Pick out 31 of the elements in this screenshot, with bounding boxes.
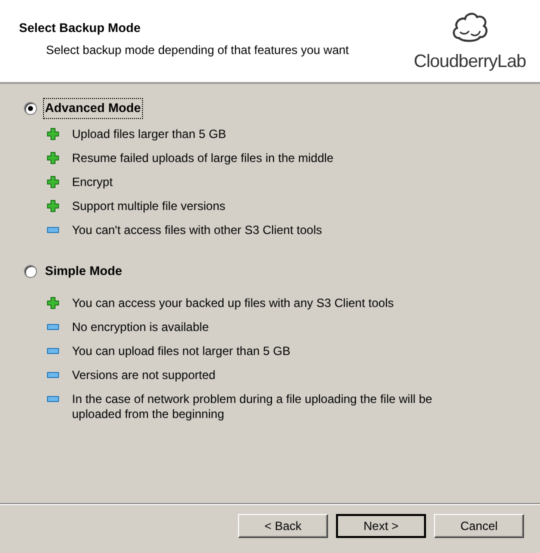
minus-icon bbox=[47, 324, 59, 330]
feature-text: Support multiple file versions bbox=[72, 198, 226, 214]
plus-icon bbox=[47, 176, 59, 188]
feature-text: Versions are not supported bbox=[72, 368, 216, 382]
feature-text: You can't access files with other S3 Client tools bbox=[72, 222, 323, 238]
minus-icon bbox=[47, 348, 59, 354]
dialog-button[interactable]: < Back bbox=[238, 514, 328, 538]
logo-text: CloudberryLab bbox=[414, 50, 526, 73]
feature-text: You can access your backed up files with any S3 Client tools bbox=[72, 296, 395, 310]
radio-label[interactable]: Simple Mode bbox=[43, 260, 124, 282]
page-title: Select Backup Mode bbox=[19, 20, 142, 37]
plus-icon bbox=[47, 128, 59, 140]
feature-text: In the case of network problem during a file uploading the file will be uploaded from the beginning bbox=[72, 392, 434, 422]
feature-text: Upload files larger than 5 GB bbox=[72, 126, 228, 142]
plus-icon bbox=[47, 200, 59, 212]
dialog-button[interactable]: Next > bbox=[336, 514, 426, 538]
cloud-logo-icon bbox=[450, 10, 489, 44]
minus-icon bbox=[47, 227, 59, 234]
minus-icon bbox=[47, 396, 59, 402]
radio-button[interactable] bbox=[24, 102, 37, 115]
feature-text: You can upload files not larger than 5 GB bbox=[72, 344, 292, 358]
feature-text: No encryption is available bbox=[72, 320, 210, 334]
radio-label[interactable]: Advanced Mode bbox=[43, 98, 143, 119]
plus-icon bbox=[47, 152, 59, 164]
feature-text: Resume failed uploads of large files in the middle bbox=[72, 150, 334, 166]
page-subtitle: Select backup mode depending of that features you want bbox=[46, 42, 350, 58]
minus-icon bbox=[47, 372, 59, 378]
dialog-button[interactable]: Cancel bbox=[434, 514, 524, 538]
feature-text: Encrypt bbox=[72, 174, 114, 190]
radio-button[interactable] bbox=[24, 264, 37, 278]
plus-icon bbox=[47, 297, 59, 309]
